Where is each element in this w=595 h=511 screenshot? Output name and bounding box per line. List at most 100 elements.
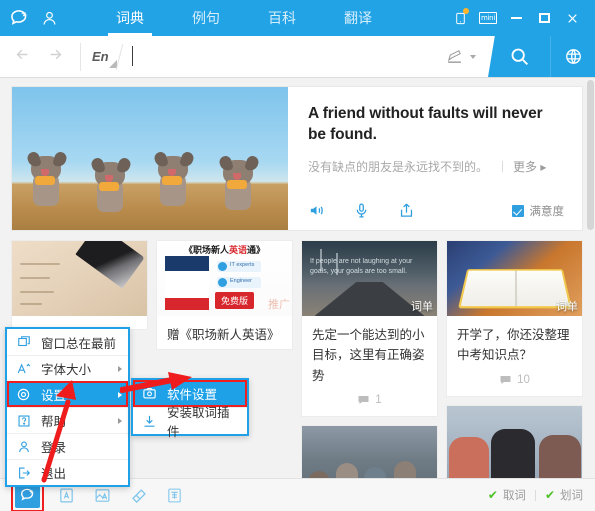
scrollbar-thumb[interactable] (587, 80, 594, 230)
exit-icon (15, 464, 32, 481)
menu-item-label: 登录 (41, 441, 67, 455)
ad-promo-label: 推广 (268, 299, 290, 311)
comment-bubble-icon (358, 395, 369, 404)
ad-headline: 《职场新人英语通》 (183, 245, 266, 255)
handwriting-input-icon[interactable] (434, 36, 488, 77)
grid-column-2: 《职场新人英语通》 IT experts Engineer 免费版 推广 赠《职… (157, 241, 292, 478)
card-tag: 词单 (411, 301, 433, 313)
daily-sentence-card[interactable]: A friend without faults will never be fo… (12, 87, 582, 230)
submenu-item-label: 安装取词插件 (167, 406, 230, 439)
mobile-phone-icon[interactable] (447, 5, 473, 31)
comment-bubble-icon (500, 375, 511, 384)
share-icon[interactable] (398, 202, 415, 219)
check-icon: ✔ (487, 488, 498, 502)
menu-item-label: 窗口总在最前 (41, 336, 117, 351)
tab-examples[interactable]: 例句 (182, 0, 230, 36)
menu-item-label: 退出 (41, 467, 67, 481)
satisfaction-checkbox[interactable]: 满意度 (511, 203, 564, 219)
card-image: 词单 (447, 241, 582, 316)
card-image (12, 241, 147, 316)
hero-separator (502, 160, 504, 172)
search-input[interactable] (131, 42, 434, 71)
tab-dictionary[interactable]: 词典 (106, 0, 154, 36)
chevron-right-icon (118, 365, 122, 372)
minimize-button[interactable] (503, 5, 529, 31)
submenu-item-install-plugin[interactable]: 安装取词插件 (133, 406, 247, 439)
content-card[interactable]: If people are not laughing at your goals… (302, 241, 437, 416)
menu-item-settings[interactable]: 设置 (7, 381, 128, 407)
text-caret (131, 46, 133, 66)
window-controls: mini (447, 5, 595, 31)
card-comments: 10 (447, 370, 582, 396)
content-card[interactable] (447, 405, 582, 478)
download-plugin-icon (141, 413, 158, 430)
menu-item-login[interactable]: 登录 (7, 433, 128, 459)
globe-icon[interactable] (550, 36, 595, 77)
menu-item-always-on-top[interactable]: 窗口总在最前 (7, 329, 128, 355)
main-tabs: 词典 例句 百科 翻译 (92, 0, 396, 36)
settings-gear-icon (15, 386, 32, 403)
title-bar: 词典 例句 百科 翻译 mini (0, 0, 595, 36)
comment-count: 1 (375, 393, 382, 406)
nav-arrows (0, 36, 80, 77)
status-divider (534, 489, 536, 501)
language-selector[interactable]: En (80, 36, 119, 77)
search-button[interactable] (488, 36, 550, 77)
hero-english-sentence: A friend without faults will never be fo… (308, 105, 543, 144)
ad-free-badge: 免费版 (215, 292, 255, 309)
comment-count: 10 (517, 373, 530, 386)
grid-column-3: If people are not laughing at your goals… (302, 241, 437, 478)
word-capture-label: 取词 (502, 490, 526, 502)
user-avatar-icon[interactable] (41, 9, 58, 28)
card-image (447, 405, 582, 478)
menu-item-font-size[interactable]: 字体大小 (7, 355, 128, 381)
hero-text: A friend without faults will never be fo… (288, 87, 582, 230)
tab-translate[interactable]: 翻译 (334, 0, 382, 36)
search-input-wrap (120, 36, 434, 77)
card-comments: 1 (302, 390, 437, 416)
text-selection-toggle[interactable]: ✔ 划词 (545, 487, 583, 503)
menu-item-help[interactable]: 帮助 (7, 407, 128, 433)
speaker-icon[interactable] (308, 202, 325, 219)
hero-more-link[interactable]: 更多 ▸ (513, 158, 546, 175)
close-button[interactable] (559, 5, 585, 31)
menu-item-label: 字体大小 (41, 363, 92, 377)
hero-chinese-translation: 没有缺点的朋友是永远找不到的。 (308, 159, 489, 174)
app-logo-icon[interactable] (9, 7, 31, 29)
text-selection-label: 划词 (560, 490, 583, 502)
content-card[interactable] (302, 425, 437, 478)
card-tag: 词单 (556, 301, 578, 313)
microphone-icon[interactable] (353, 202, 370, 219)
maximize-button[interactable] (531, 5, 557, 31)
content-card[interactable]: 词单 开学了，你还没整理中考知识点？ 10 (447, 241, 582, 396)
context-menu: 窗口总在最前 字体大小 设置 帮助 登录 退出 (5, 327, 130, 487)
content-card[interactable] (12, 241, 147, 329)
notification-badge (463, 8, 469, 14)
checkbox-checked-icon (511, 204, 524, 217)
scrollbar[interactable] (586, 78, 595, 478)
check-icon: ✔ (544, 488, 555, 502)
translate-icon[interactable] (162, 483, 187, 508)
word-capture-toggle[interactable]: ✔ 取词 (488, 487, 526, 503)
mini-mode-button[interactable]: mini (475, 5, 501, 31)
login-user-icon (15, 438, 32, 455)
forward-arrow-icon[interactable] (47, 46, 64, 68)
hero-translation-row: 没有缺点的朋友是永远找不到的。 更多 ▸ (308, 158, 564, 175)
chevron-right-icon (118, 391, 122, 398)
hero-actions: 满意度 (308, 202, 564, 219)
settings-submenu: 软件设置 安装取词插件 (131, 378, 249, 439)
app-window: 词典 例句 百科 翻译 mini En A friend without fau… (0, 0, 595, 511)
tab-encyclopedia[interactable]: 百科 (258, 0, 306, 36)
hero-image (12, 87, 288, 230)
card-image: 《职场新人英语通》 IT experts Engineer 免费版 推广 (157, 241, 292, 316)
chevron-down-icon (470, 54, 476, 59)
software-settings-icon (141, 385, 158, 402)
grid-column-4: 词单 开学了，你还没整理中考知识点？ 10 (447, 241, 582, 478)
menu-item-exit[interactable]: 退出 (7, 459, 128, 485)
back-arrow-icon[interactable] (14, 46, 31, 68)
bottom-status-group: ✔ 取词 ✔ 划词 (488, 487, 583, 503)
logo-group (0, 7, 58, 29)
ad-card[interactable]: 《职场新人英语通》 IT experts Engineer 免费版 推广 赠《职… (157, 241, 292, 350)
card-title: 赠《职场新人英语》 (167, 328, 280, 342)
mini-label: mini (479, 12, 497, 24)
